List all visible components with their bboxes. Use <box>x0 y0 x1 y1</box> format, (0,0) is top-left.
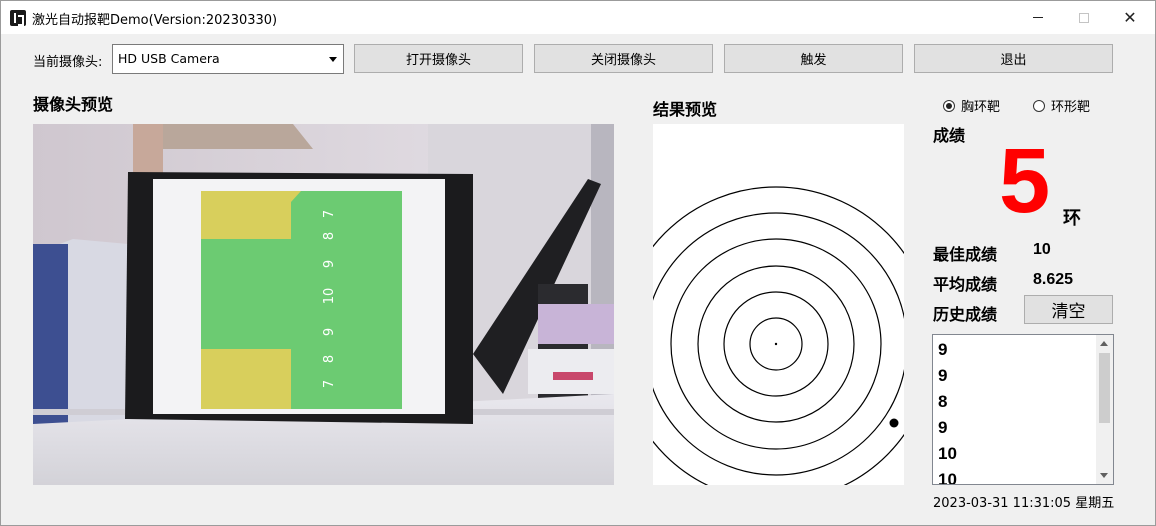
average-score-label: 平均成绩 <box>933 275 998 294</box>
close-icon: ✕ <box>1123 8 1137 27</box>
history-item[interactable]: 9 <box>938 418 947 438</box>
history-item[interactable]: 9 <box>938 366 947 386</box>
target-ring-5 <box>653 212 904 476</box>
result-preview-canvas <box>653 124 904 485</box>
radio-chest-target[interactable]: 胸环靶 <box>943 96 1000 115</box>
title-bar: 激光自动报靶Demo(Version:20230330) ✕ <box>1 1 1155 34</box>
score-unit: 环 <box>1063 208 1081 229</box>
close-camera-button[interactable]: 关闭摄像头 <box>534 44 713 73</box>
dropdown-arrow-icon <box>329 57 337 62</box>
average-score-value: 8.625 <box>1033 271 1074 288</box>
radio-unchecked-icon <box>1033 99 1045 112</box>
target-numbers: 7 8 9 10 9 8 7 <box>322 210 337 388</box>
target-number-9-top: 9 <box>322 260 337 268</box>
exit-button[interactable]: 退出 <box>914 44 1113 73</box>
camera-preview-image: 7 8 9 10 9 8 7 <box>33 124 614 485</box>
target-number-10: 10 <box>322 288 337 305</box>
window-title: 激光自动报靶Demo(Version:20230330) <box>32 13 278 28</box>
result-preview-title: 结果预览 <box>653 100 718 119</box>
score-value: 5 <box>999 130 1051 232</box>
radio-ring-target-label: 环形靶 <box>1051 100 1091 115</box>
datetime-display: 2023-03-31 11:31:05 星期五 <box>933 496 1115 511</box>
target-number-7-bottom: 7 <box>322 380 337 388</box>
best-score-label: 最佳成绩 <box>933 245 998 264</box>
maximize-button[interactable] <box>1061 1 1107 34</box>
target-number-7-top: 7 <box>322 210 337 218</box>
score-label: 成绩 <box>933 126 966 145</box>
camera-select-label: 当前摄像头: <box>33 55 103 70</box>
history-item[interactable]: 9 <box>938 340 947 360</box>
clear-history-button[interactable]: 清空 <box>1024 295 1113 324</box>
target-number-8-bottom: 8 <box>322 355 337 363</box>
target-center-dot <box>774 342 778 346</box>
history-label: 历史成绩 <box>933 305 998 324</box>
target-rings-svg <box>653 186 904 485</box>
history-item[interactable]: 10 <box>938 470 957 484</box>
camera-feed-svg: 7 8 9 10 9 8 7 <box>33 124 614 485</box>
hit-mark <box>889 418 899 428</box>
radio-ring-target[interactable]: 环形靶 <box>1033 96 1090 115</box>
target-number-9-bottom: 9 <box>322 328 337 336</box>
app-window: 激光自动报靶Demo(Version:20230330) ✕ 当前摄像头: HD… <box>0 0 1156 526</box>
history-list[interactable]: 9 9 8 9 10 10 <box>932 334 1114 485</box>
best-score-value: 10 <box>1033 241 1051 258</box>
trigger-button[interactable]: 触发 <box>724 44 903 73</box>
camera-select[interactable]: HD USB Camera <box>112 44 344 74</box>
camera-select-value: HD USB Camera <box>118 51 220 66</box>
close-window-button[interactable]: ✕ <box>1107 1 1153 34</box>
app-logo-icon <box>10 10 26 26</box>
scroll-up-icon[interactable] <box>1100 341 1108 346</box>
camera-preview-title: 摄像头预览 <box>33 95 114 114</box>
radio-chest-target-label: 胸环靶 <box>961 100 1001 115</box>
history-item[interactable]: 8 <box>938 392 947 412</box>
open-camera-button[interactable]: 打开摄像头 <box>354 44 523 73</box>
scroll-thumb[interactable] <box>1099 353 1110 423</box>
maximize-icon <box>1079 12 1089 23</box>
history-scrollbar[interactable] <box>1096 335 1113 484</box>
target-ring-6 <box>653 186 904 485</box>
minimize-icon <box>1033 17 1043 18</box>
minimize-button[interactable] <box>1015 1 1061 34</box>
target-number-8-top: 8 <box>322 232 337 240</box>
radio-checked-icon <box>943 99 955 112</box>
scroll-down-icon[interactable] <box>1100 473 1108 478</box>
history-item[interactable]: 10 <box>938 444 957 464</box>
